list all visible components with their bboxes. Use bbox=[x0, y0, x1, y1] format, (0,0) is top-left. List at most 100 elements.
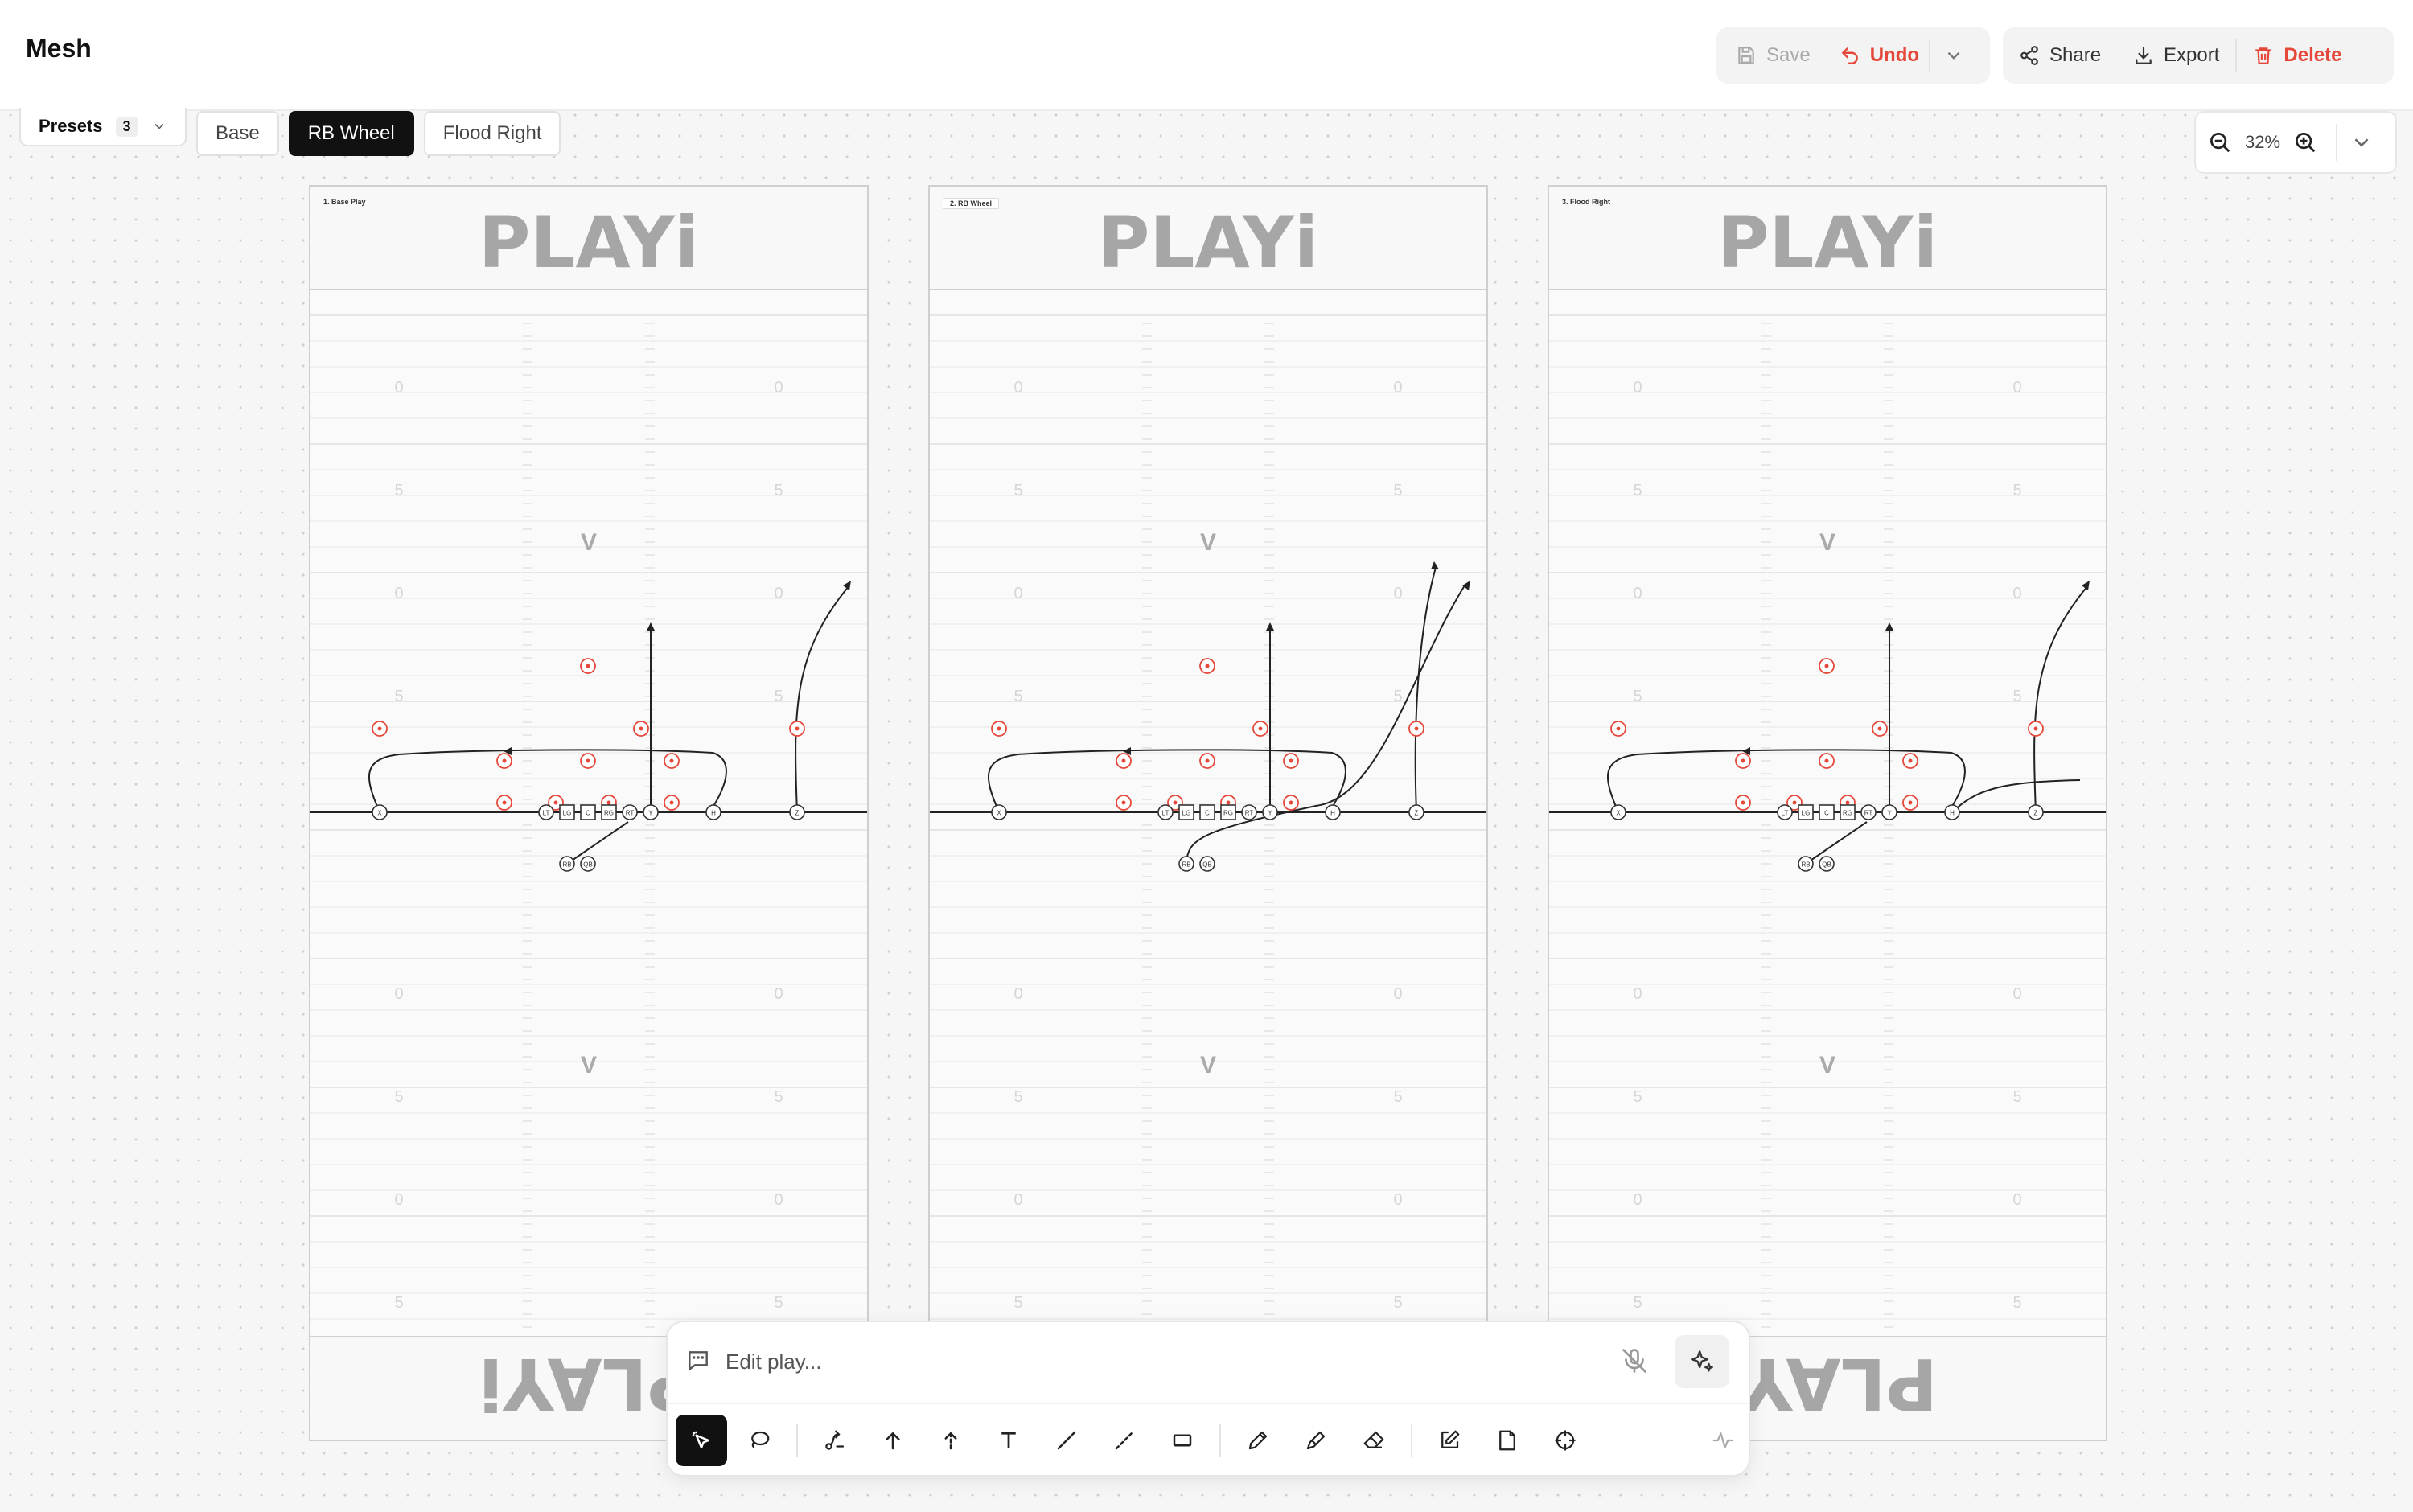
svg-text:LT: LT bbox=[1162, 810, 1170, 817]
svg-text:H: H bbox=[1330, 810, 1335, 817]
svg-text:RB: RB bbox=[1182, 861, 1190, 869]
edit-tool[interactable] bbox=[1424, 1415, 1475, 1466]
svg-text:0: 0 bbox=[1013, 985, 1022, 1003]
svg-text:5: 5 bbox=[1013, 688, 1022, 705]
svg-text:RG: RG bbox=[1223, 810, 1233, 817]
undo-icon bbox=[1841, 47, 1858, 64]
svg-text:5: 5 bbox=[1393, 482, 1402, 499]
note-tool[interactable] bbox=[1482, 1415, 1533, 1466]
divider bbox=[796, 1424, 798, 1457]
svg-text:C: C bbox=[586, 810, 590, 817]
tab-flood-right[interactable]: Flood Right bbox=[423, 111, 561, 156]
svg-text:RT: RT bbox=[626, 810, 635, 817]
tab-rb-wheel[interactable]: RB Wheel bbox=[288, 111, 414, 156]
play-title[interactable]: Mesh bbox=[26, 34, 92, 64]
line-tool[interactable] bbox=[1041, 1415, 1092, 1466]
svg-text:V: V bbox=[1200, 1052, 1216, 1079]
edit-play-input[interactable] bbox=[724, 1343, 1451, 1380]
route-tool[interactable] bbox=[809, 1415, 861, 1466]
lasso-tool[interactable] bbox=[734, 1415, 785, 1466]
svg-text:0: 0 bbox=[1633, 379, 1642, 396]
save-label: Save bbox=[1766, 44, 1811, 66]
target-tool[interactable] bbox=[1539, 1415, 1591, 1466]
field-diagram[interactable]: 0055005500550055VVPLAYiPLAYiXLTLGCRGRTYH… bbox=[1549, 187, 2106, 1440]
svg-text:QB: QB bbox=[1202, 861, 1212, 869]
zoom-in-button[interactable] bbox=[2281, 113, 2329, 172]
export-button[interactable]: Export bbox=[2117, 27, 2235, 84]
export-label: Export bbox=[2164, 44, 2220, 66]
svg-text:5: 5 bbox=[394, 1088, 403, 1106]
svg-text:0: 0 bbox=[394, 1191, 403, 1209]
mic-off-icon[interactable] bbox=[1620, 1346, 1649, 1375]
top-bar: Mesh Save Undo Share Export Delete bbox=[0, 0, 2413, 111]
rectangle-tool[interactable] bbox=[1157, 1415, 1208, 1466]
share-button[interactable]: Share bbox=[2003, 27, 2117, 84]
rectangle-icon bbox=[1173, 1434, 1192, 1447]
play-sheet-2[interactable]: 0055005500550055VVPLAYiPLAYiXLTLGCRGRTYH… bbox=[928, 185, 1488, 1441]
dashed-line-tool[interactable] bbox=[1099, 1415, 1150, 1466]
text-tool[interactable] bbox=[983, 1415, 1034, 1466]
svg-text:0: 0 bbox=[2012, 585, 2021, 602]
select-cursor-icon bbox=[692, 1431, 709, 1448]
svg-text:0: 0 bbox=[2012, 379, 2021, 396]
svg-text:5: 5 bbox=[2012, 482, 2021, 499]
svg-text:0: 0 bbox=[1393, 985, 1402, 1003]
undo-button[interactable]: Undo bbox=[1830, 27, 1929, 84]
dashed-arrow-tool[interactable] bbox=[925, 1415, 976, 1466]
svg-text:H: H bbox=[711, 810, 716, 817]
share-label: Share bbox=[2049, 44, 2102, 66]
activity-tool[interactable] bbox=[1697, 1415, 1749, 1466]
pencil-icon bbox=[1248, 1431, 1268, 1450]
undo-history-dropdown[interactable] bbox=[1930, 27, 1977, 84]
svg-text:0: 0 bbox=[1633, 585, 1642, 602]
svg-text:5: 5 bbox=[774, 688, 783, 705]
svg-text:5: 5 bbox=[1633, 688, 1642, 705]
svg-text:QB: QB bbox=[1822, 861, 1831, 869]
svg-text:0: 0 bbox=[2012, 985, 2021, 1003]
field-diagram[interactable]: 0055005500550055VVPLAYiPLAYiXLTLGCRGRTYH… bbox=[930, 187, 1486, 1440]
eraser-tool[interactable] bbox=[1348, 1415, 1400, 1466]
svg-text:X: X bbox=[1616, 810, 1621, 817]
svg-text:0: 0 bbox=[774, 379, 783, 396]
svg-text:RT: RT bbox=[1864, 810, 1873, 817]
play-sheet-3[interactable]: 0 0 5 5 0 0 5 5 0 0 5 5 0 0 5 5 V V PLAYi PLAYi X LT LG C RG RT Y H… bbox=[1548, 185, 2107, 1441]
arrow-tool[interactable] bbox=[867, 1415, 919, 1466]
svg-text:5: 5 bbox=[394, 1294, 403, 1312]
svg-text:5: 5 bbox=[1633, 1088, 1642, 1106]
arrow-up-icon bbox=[886, 1432, 900, 1450]
zoom-in-icon bbox=[2296, 133, 2316, 153]
presets-dropdown[interactable]: Presets 3 bbox=[19, 108, 187, 146]
ai-generate-button[interactable] bbox=[1675, 1335, 1729, 1388]
svg-text:V: V bbox=[1200, 529, 1216, 556]
crosshair-icon bbox=[1555, 1430, 1576, 1451]
divider bbox=[1411, 1424, 1412, 1457]
svg-text:V: V bbox=[1819, 1052, 1835, 1079]
select-tool[interactable] bbox=[676, 1415, 727, 1466]
svg-text:LT: LT bbox=[1782, 810, 1789, 817]
delete-button[interactable]: Delete bbox=[2237, 27, 2358, 84]
svg-text:5: 5 bbox=[1013, 1088, 1022, 1106]
pencil-tool[interactable] bbox=[1232, 1415, 1284, 1466]
lasso-icon bbox=[751, 1431, 770, 1448]
drawing-toolbar bbox=[676, 1412, 1755, 1469]
svg-text:0: 0 bbox=[1633, 985, 1642, 1003]
svg-text:LT: LT bbox=[543, 810, 550, 817]
divider bbox=[668, 1403, 1749, 1404]
svg-text:RG: RG bbox=[604, 810, 614, 817]
field-diagram[interactable]: 0055005500550055VVPLAYiPLAYiXLTLGCRGRTYH… bbox=[310, 187, 867, 1440]
edit-play-panel bbox=[666, 1321, 1750, 1477]
divider bbox=[1219, 1424, 1221, 1457]
svg-text:0: 0 bbox=[394, 985, 403, 1003]
zoom-out-button[interactable] bbox=[2196, 113, 2244, 172]
trash-icon bbox=[2255, 47, 2272, 64]
highlighter-tool[interactable] bbox=[1290, 1415, 1342, 1466]
dashed-arrow-icon bbox=[944, 1432, 957, 1450]
tab-base[interactable]: Base bbox=[196, 111, 279, 156]
svg-text:X: X bbox=[377, 810, 382, 817]
play-sheet-1[interactable]: 0 0 5 5 0 0 5 5 0 0 5 5 0 0 5 5 V V PLAYi PLAYi X LT LG C RG RT Y H… bbox=[309, 185, 869, 1441]
svg-text:Y: Y bbox=[1268, 810, 1272, 817]
svg-text:Z: Z bbox=[1415, 810, 1419, 817]
svg-text:5: 5 bbox=[2012, 1294, 2021, 1312]
zoom-options-dropdown[interactable] bbox=[2337, 113, 2386, 172]
save-button[interactable]: Save bbox=[1716, 27, 1830, 84]
